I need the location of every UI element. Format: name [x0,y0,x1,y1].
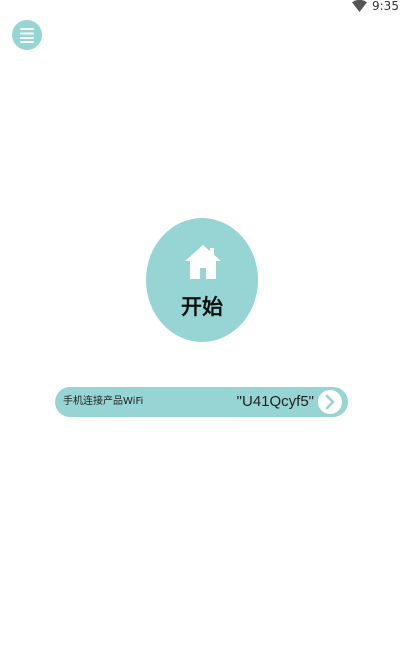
status-bar: 9:35 [0,0,400,14]
status-time: 9:35 [372,0,399,13]
start-button[interactable]: 开始 [146,218,258,342]
wifi-connect-label: 手机连接产品WiFi [63,396,144,407]
wifi-connect-bar[interactable]: 手机连接产品WiFi "U41Qcyf5" [55,387,348,417]
menu-button[interactable] [12,20,42,50]
start-label: 开始 [181,295,223,319]
chevron-right-icon [325,394,335,410]
wifi-signal-icon [352,0,367,12]
home-icon [185,245,221,279]
wifi-ssid: "U41Qcyf5" [236,393,314,410]
menu-icon [20,28,34,43]
wifi-next-button[interactable] [318,390,342,414]
